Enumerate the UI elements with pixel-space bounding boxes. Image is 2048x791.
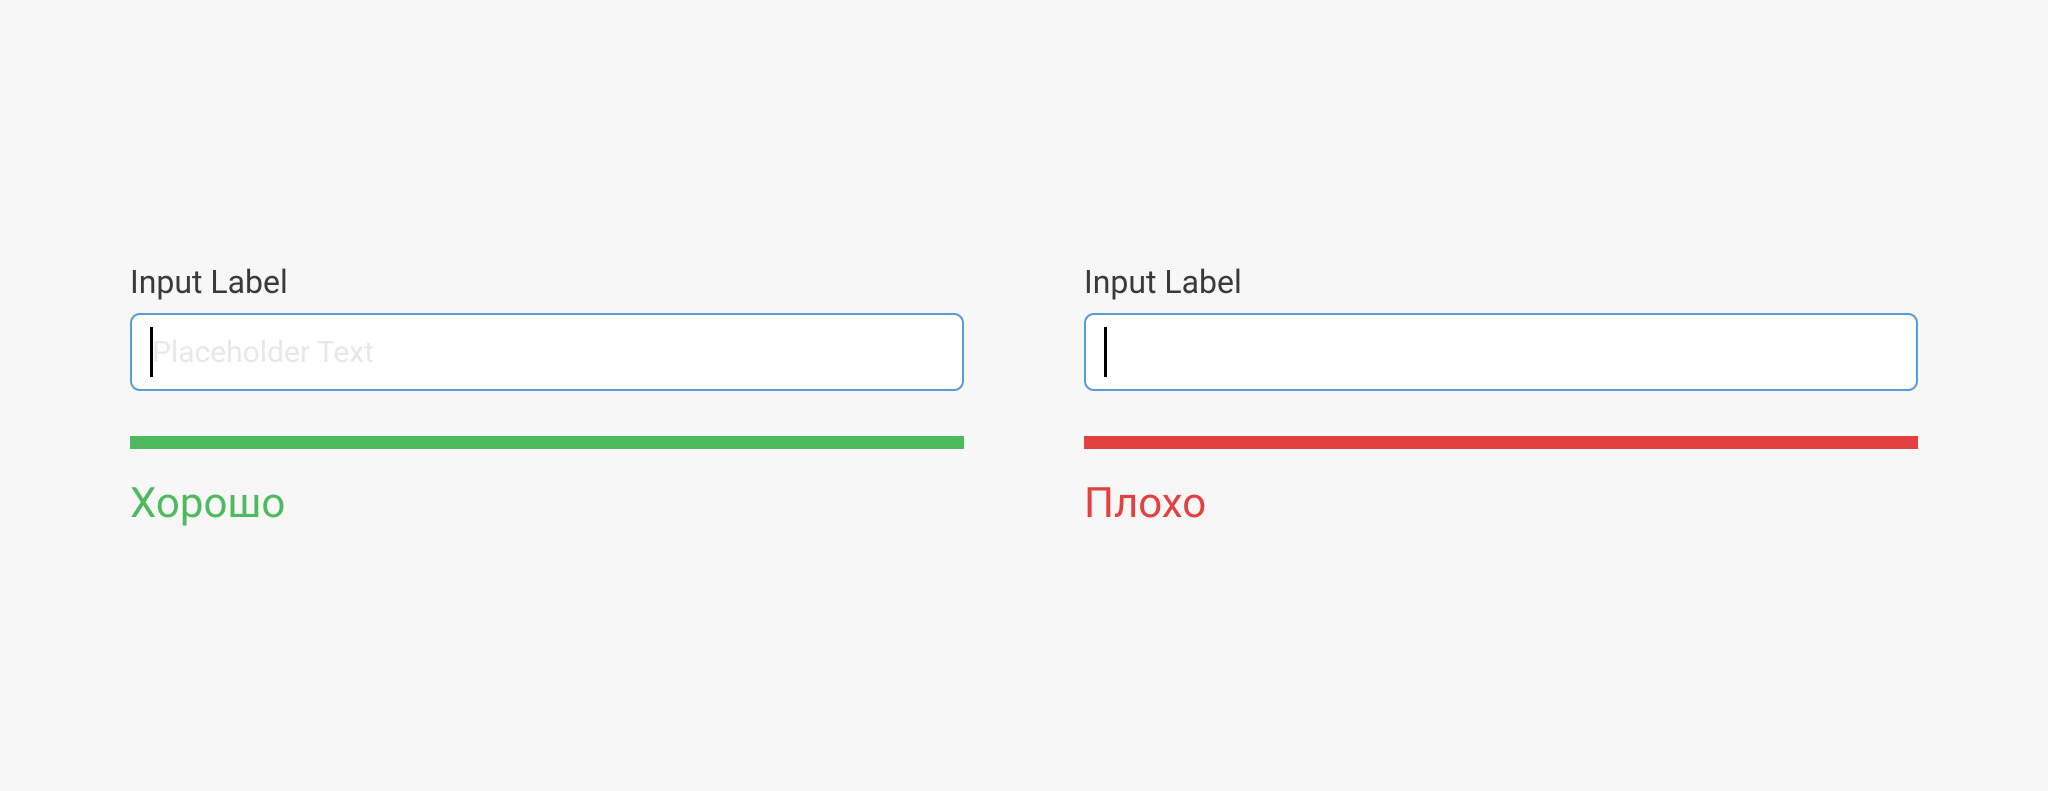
bad-example: Input Label Плохо — [1084, 263, 1918, 528]
input-label-bad: Input Label — [1084, 263, 1918, 301]
text-input-bad[interactable] — [1084, 313, 1918, 391]
status-label-good: Хорошо — [130, 479, 964, 528]
input-wrapper-good — [130, 313, 964, 391]
comparison-container: Input Label Хорошо Input Label Плохо — [0, 263, 2048, 528]
status-bar-good — [130, 436, 964, 449]
input-label-good: Input Label — [130, 263, 964, 301]
good-example: Input Label Хорошо — [130, 263, 964, 528]
text-input-good[interactable] — [130, 313, 964, 391]
cursor-icon — [1104, 327, 1107, 377]
input-wrapper-bad — [1084, 313, 1918, 391]
cursor-icon — [150, 327, 153, 377]
status-label-bad: Плохо — [1084, 479, 1918, 528]
status-bar-bad — [1084, 436, 1918, 449]
